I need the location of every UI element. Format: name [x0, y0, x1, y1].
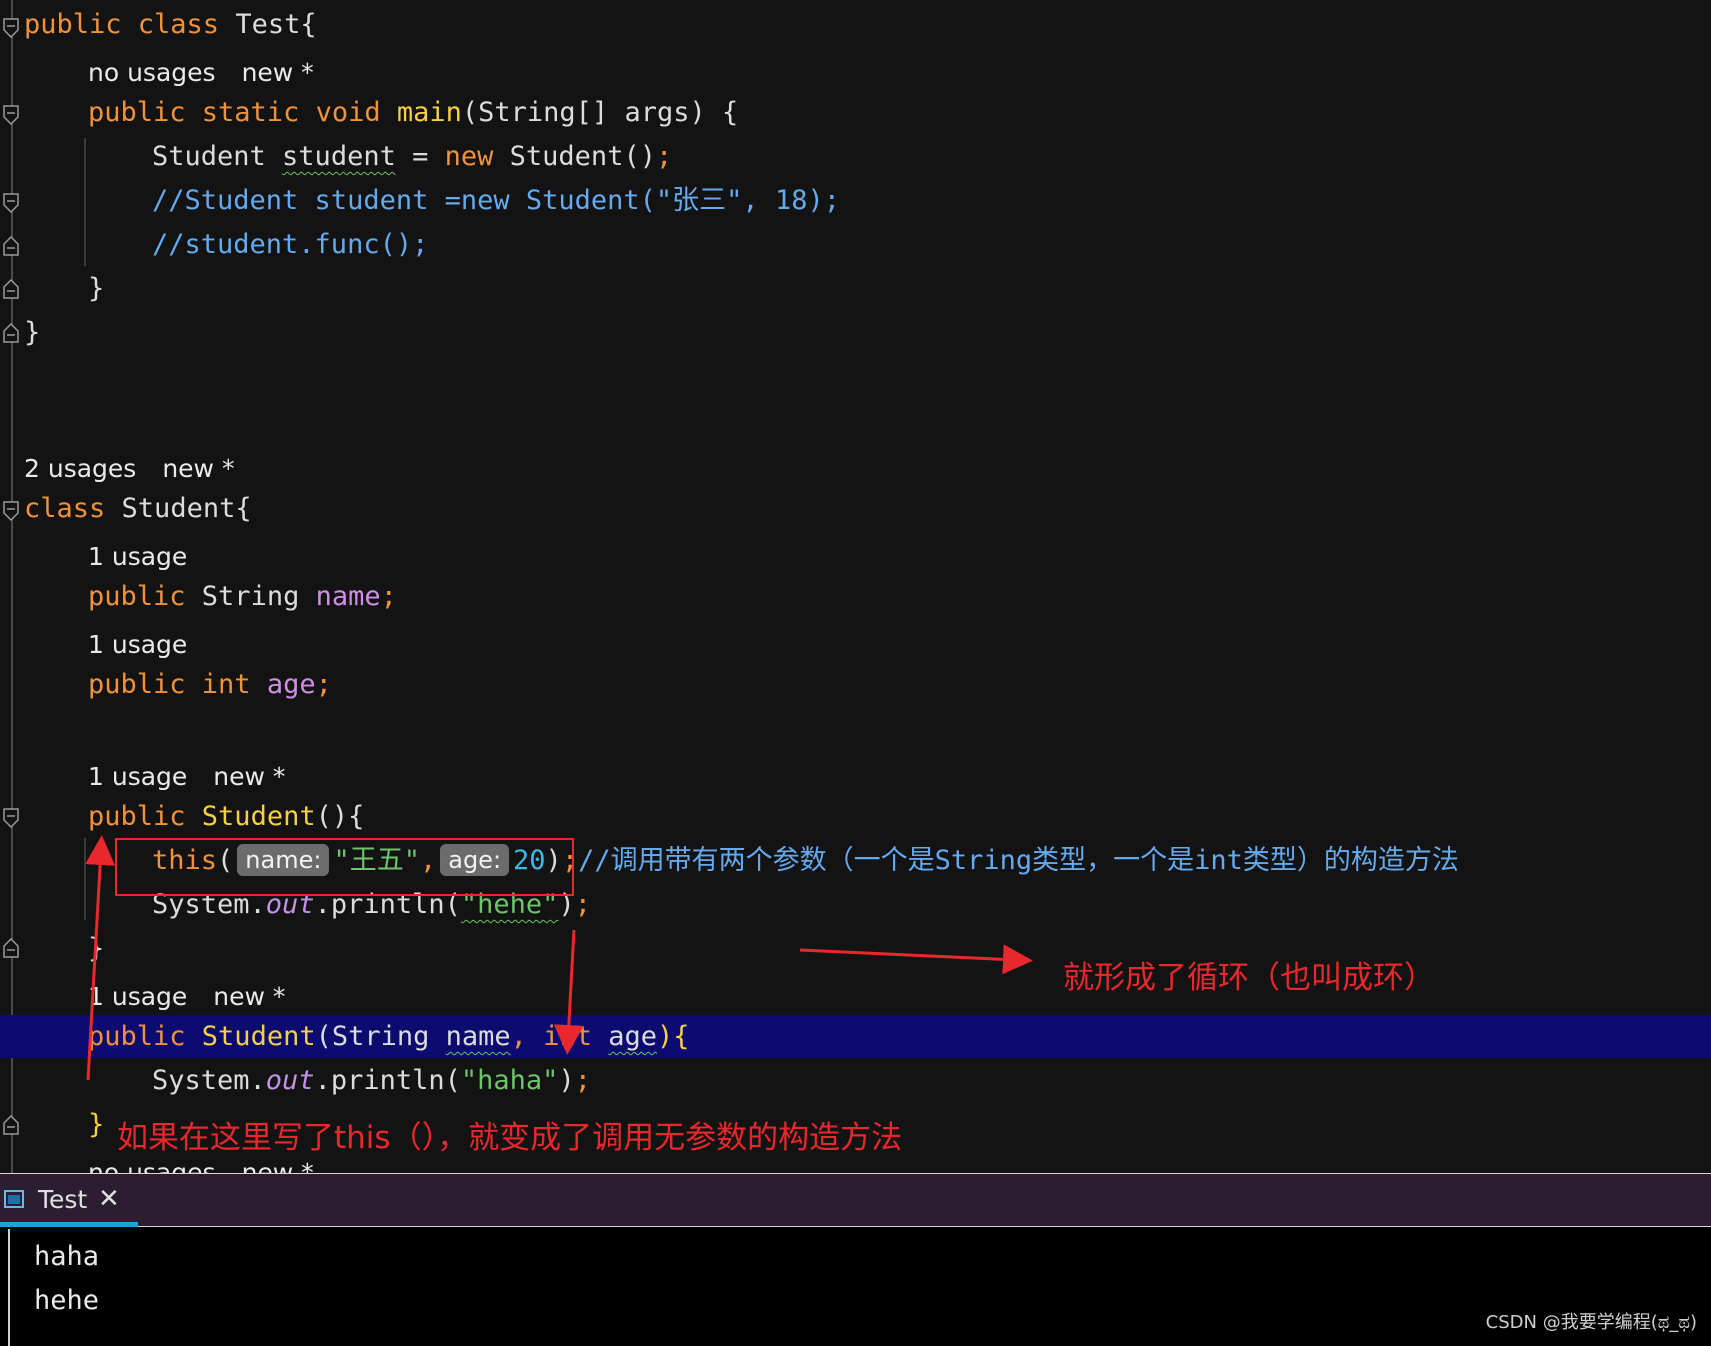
keyword: public — [88, 801, 202, 832]
console-output-line: haha — [34, 1241, 100, 1272]
code-line[interactable]: //student.func(); — [0, 224, 1711, 268]
method-name: Student — [201, 801, 316, 832]
semicolon: ; — [574, 1065, 591, 1096]
code-text: } — [88, 1109, 105, 1140]
semicolon: ; — [315, 669, 332, 700]
author-hint[interactable]: new * — [213, 762, 285, 791]
usages-link[interactable]: no usages — [88, 1158, 216, 1173]
usage-hint[interactable]: 1 usage new * — [0, 754, 1711, 798]
code-editor[interactable]: public class Test{ no usages new * public… — [0, 0, 1711, 1173]
code-text: System. — [152, 1065, 266, 1096]
code-text: } — [24, 317, 41, 348]
string-literal: "haha" — [460, 1065, 559, 1096]
annotation-loop-note: 就形成了循环（也叫成环） — [1063, 960, 1435, 996]
code-line[interactable]: public static void main(String[] args) { — [0, 92, 1711, 136]
parameter-name: age — [608, 1021, 657, 1052]
method-name: main — [396, 97, 462, 128]
console-icon — [4, 1190, 24, 1208]
parameter-name: name — [445, 1021, 511, 1052]
code-text: (String[] args) { — [461, 97, 739, 128]
semicolon: ; — [380, 581, 397, 612]
keyword: public — [88, 1021, 202, 1052]
console-gutter — [8, 1229, 10, 1346]
semicolon: ; — [655, 141, 673, 172]
console-output-line: hehe — [34, 1285, 100, 1316]
code-line[interactable]: System.out.println("haha"); — [0, 1060, 1711, 1104]
usage-hint[interactable]: 1 usage — [0, 534, 1711, 578]
usage-hint[interactable]: 2 usages new * — [0, 446, 1711, 490]
annotation-this-note: 如果在这里写了this（），就变成了调用无参数的构造方法 — [117, 1120, 903, 1156]
tab-test[interactable]: Test ✕ — [0, 1174, 138, 1228]
code-line[interactable]: } — [0, 268, 1711, 312]
code-text: .println( — [314, 1065, 461, 1096]
tab-label: Test — [38, 1185, 88, 1214]
usages-link[interactable]: 1 usage — [88, 542, 187, 572]
static-field: out — [265, 1065, 315, 1096]
code-line[interactable]: } — [0, 928, 1711, 972]
keyword: new — [444, 141, 510, 172]
code-line[interactable]: Student student = new Student(); — [0, 136, 1711, 180]
code-line[interactable]: } — [0, 312, 1711, 356]
usages-link[interactable]: 1 usage — [88, 630, 187, 660]
keyword: class — [24, 493, 122, 524]
code-line[interactable]: //Student student =new Student("张三", 18)… — [0, 180, 1711, 224]
code-text: } — [88, 933, 105, 964]
usage-hint[interactable]: no usages new * — [0, 50, 1711, 94]
comma: , — [510, 1021, 544, 1052]
variable-name: student — [282, 141, 396, 172]
code-text: ){ — [657, 1021, 690, 1052]
field-name: name — [315, 581, 381, 612]
watermark: CSDN @我要学编程(ಥ_ಥ) — [1485, 1312, 1697, 1333]
code-line[interactable]: public String name; — [0, 576, 1711, 620]
usage-hint[interactable]: 1 usage — [0, 622, 1711, 666]
close-icon[interactable]: ✕ — [98, 1184, 120, 1214]
field-name: age — [266, 669, 316, 700]
code-line[interactable]: public Student(){ — [0, 796, 1711, 840]
class-name: Student{ — [121, 493, 252, 524]
author-hint[interactable]: new * — [162, 454, 234, 483]
keyword: public static void — [88, 97, 397, 128]
highlight-box — [115, 838, 574, 896]
code-text: (String — [315, 1021, 446, 1052]
semicolon: ; — [574, 889, 591, 920]
code-line[interactable]: public int age; — [0, 664, 1711, 708]
author-hint[interactable]: new * — [213, 982, 285, 1011]
code-line[interactable]: public class Test{ — [0, 4, 1711, 48]
code-text: = — [395, 141, 445, 172]
usages-link[interactable]: 1 usage — [88, 982, 187, 1011]
active-tab-indicator — [0, 1222, 138, 1227]
code-text: } — [88, 273, 105, 304]
code-text: Student() — [509, 141, 656, 172]
comment: //调用带有两个参数（一个是String类型，一个是int类型）的构造方法 — [578, 845, 1459, 876]
keyword: public — [88, 581, 202, 612]
author-hint[interactable]: new * — [242, 1158, 314, 1173]
code-line-selected[interactable]: public Student(String name, int age){ — [0, 1016, 1711, 1060]
keyword: public class — [24, 9, 236, 40]
type-name: String — [201, 581, 316, 612]
code-text: (){ — [315, 801, 365, 832]
usage-hint[interactable]: 1 usage new * — [0, 974, 1711, 1018]
usages-link[interactable]: 1 usage — [88, 762, 187, 791]
usages-link[interactable]: 2 usages — [24, 454, 136, 483]
code-line[interactable]: class Student{ — [0, 488, 1711, 532]
code-text: ) — [558, 1065, 575, 1096]
method-name: Student — [201, 1021, 316, 1052]
keyword: public int — [88, 669, 267, 700]
comment: //Student student =new Student("张三", 18)… — [152, 185, 840, 216]
comment: //student.func(); — [152, 229, 429, 260]
type-name: Student — [152, 141, 283, 172]
usages-link[interactable]: no usages — [88, 58, 216, 87]
keyword: int — [543, 1021, 609, 1052]
run-panel: Test ✕ haha hehe CSDN @我要学编程(ಥ_ಥ) — [0, 1173, 1711, 1346]
author-hint[interactable]: new * — [242, 58, 314, 87]
run-tab-bar: Test ✕ — [0, 1173, 1711, 1227]
class-name: Test{ — [235, 9, 317, 40]
